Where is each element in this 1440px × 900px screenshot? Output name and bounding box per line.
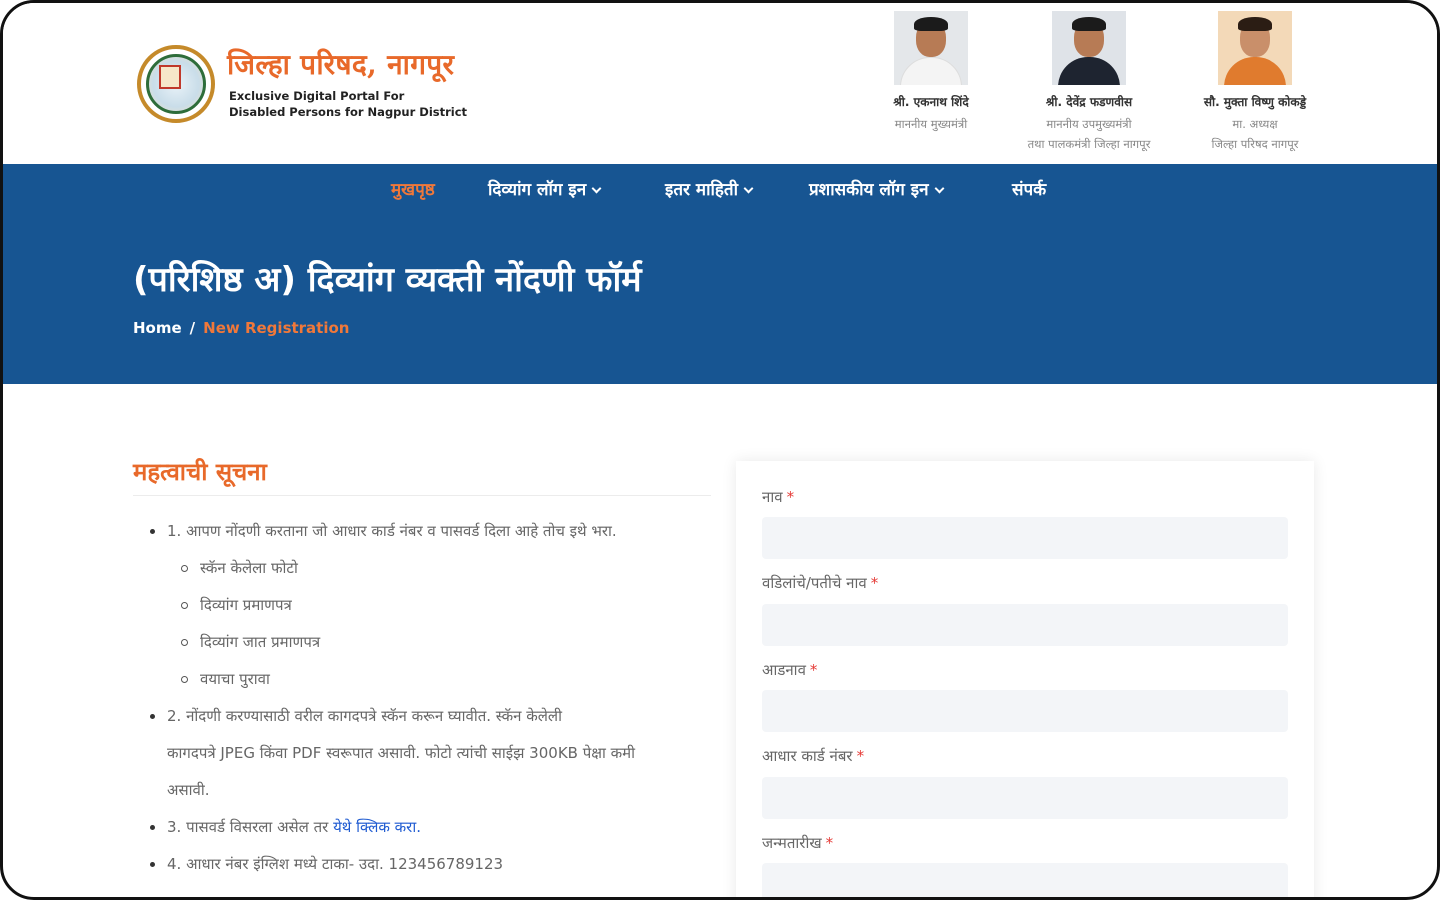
nav-item-other-info[interactable]: इतर माहिती: [665, 177, 754, 200]
required-asterisk: *: [870, 574, 879, 592]
nav-item-label: प्रशासकीय लॉग इन: [809, 180, 929, 200]
father-husband-name-label: वडिलांचे/पतीचे नाव *: [762, 573, 878, 593]
breadcrumb-separator: /: [189, 319, 196, 337]
nav-item-admin-login[interactable]: प्रशासकीय लॉग इन: [809, 177, 945, 200]
site-subtitle: Exclusive Digital Portal For Disabled Pe…: [229, 88, 467, 120]
notice-item-text: 3. पासवर्ड विसरला असेल तर: [167, 818, 329, 836]
field-label-text: वडिलांचे/पतीचे नाव: [762, 574, 867, 592]
leader-role-line1: मा. अध्यक्ष: [1232, 117, 1278, 131]
leader-name: सौ. मुक्ता विष्णु कोकड्डे: [1203, 95, 1307, 109]
leader-role-line2: तथा पालकमंत्री जिल्हा नागपूर: [1027, 137, 1151, 151]
notice-title: महत्वाची सूचना: [133, 458, 267, 486]
leader-card-deputy-chief-minister: श्री. देवेंद्र फडणवीस माननीय उपमुख्यमंत्…: [1004, 11, 1174, 154]
page-title: (परिशिष्ठ अ) दिव्यांग व्यक्ती नोंदणी फॉर…: [133, 260, 642, 300]
required-asterisk: *: [825, 834, 834, 852]
nav-item-home[interactable]: मुखपृष्ठ: [391, 177, 435, 200]
notice-subitem: वयाचा पुरावा: [133, 661, 713, 698]
notice-item: 2. नोंदणी करण्यासाठी वरील कागदपत्रे स्कॅ…: [133, 698, 713, 809]
notice-subitem: स्कॅन केलेला फोटो: [133, 550, 713, 587]
site-header: जिल्हा परिषद, नागपूर Exclusive Digital P…: [3, 3, 1437, 164]
breadcrumb: Home / New Registration: [133, 319, 349, 337]
notice-item-line: कागदपत्रे JPEG किंवा PDF स्वरूपात असावी.…: [167, 744, 636, 762]
nav-item-label: मुखपृष्ठ: [391, 180, 435, 200]
notice-subitem: दिव्यांग जात प्रमाणपत्र: [133, 624, 713, 661]
leader-photo: [1218, 11, 1292, 85]
required-asterisk: *: [856, 747, 865, 765]
birth-date-label: जन्मतारीख *: [762, 833, 833, 853]
notice-item-line: असावी.: [167, 781, 210, 799]
breadcrumb-current: New Registration: [203, 319, 350, 337]
field-label-text: नाव: [762, 488, 783, 506]
field-label-text: जन्मतारीख: [762, 834, 822, 852]
leader-role-line1: माननीय उपमुख्यमंत्री: [1046, 117, 1132, 131]
notice-item: 3. पासवर्ड विसरला असेल तर येथे क्लिक करा…: [133, 809, 713, 846]
main-nav: मुखपृष्ठ दिव्यांग लॉग इन इतर माहिती प्रश…: [3, 177, 1437, 207]
notice-list: 1. आपण नोंदणी करताना जो आधार कार्ड नंबर …: [133, 513, 713, 883]
notice-item-line: 2. नोंदणी करण्यासाठी वरील कागदपत्रे स्कॅ…: [167, 707, 562, 725]
zilla-parishad-logo[interactable]: [137, 45, 215, 123]
leader-role: माननीय मुख्यमंत्री: [894, 117, 968, 131]
surname-label: आडनाव *: [762, 660, 817, 680]
required-asterisk: *: [809, 661, 818, 679]
leader-name: श्री. देवेंद्र फडणवीस: [1045, 95, 1133, 109]
field-label-text: आडनाव: [762, 661, 806, 679]
leader-card-president: सौ. मुक्ता विष्णु कोकड्डे मा. अध्यक्ष जि…: [1170, 11, 1340, 154]
logo-emblem-core: [159, 65, 181, 89]
nav-item-contact[interactable]: संपर्क: [1012, 177, 1046, 200]
registration-form-card: नाव * वडिलांचे/पतीचे नाव * आडनाव * आधार कार…: [736, 461, 1314, 897]
surname-input[interactable]: [762, 690, 1288, 732]
leader-name: श्री. एकनाथ शिंदे: [893, 95, 969, 109]
nav-item-label: इतर माहिती: [665, 180, 739, 200]
browser-frame: जिल्हा परिषद, नागपूर Exclusive Digital P…: [0, 0, 1440, 900]
leader-card-chief-minister: श्री. एकनाथ शिंदे माननीय मुख्यमंत्री: [846, 11, 1016, 134]
required-asterisk: *: [786, 488, 795, 506]
name-label: नाव *: [762, 487, 794, 507]
nav-item-disabled-login[interactable]: दिव्यांग लॉग इन: [488, 177, 602, 200]
nav-item-label: संपर्क: [1012, 180, 1047, 200]
aadhaar-number-input[interactable]: [762, 777, 1288, 819]
breadcrumb-home[interactable]: Home: [133, 319, 182, 337]
forgot-password-link[interactable]: येथे क्लिक करा.: [333, 818, 421, 836]
leader-photo: [894, 11, 968, 85]
birth-date-input[interactable]: [762, 863, 1288, 897]
name-input[interactable]: [762, 517, 1288, 559]
leader-role: माननीय उपमुख्यमंत्री तथा पालकमंत्री जिल्…: [1004, 114, 1174, 154]
nav-item-label: दिव्यांग लॉग इन: [488, 180, 587, 200]
chevron-down-icon: [934, 183, 945, 194]
leader-role: मा. अध्यक्ष जिल्हा परिषद नागपूर: [1170, 114, 1340, 154]
chevron-down-icon: [743, 183, 754, 194]
notice-item: 4. आधार नंबर इंग्लिश मध्ये टाका- उदा. 12…: [133, 846, 713, 883]
notice-subitem: दिव्यांग प्रमाणपत्र: [133, 587, 713, 624]
aadhaar-number-label: आधार कार्ड नंबर *: [762, 746, 864, 766]
leader-photo: [1052, 11, 1126, 85]
notice-divider: [133, 495, 711, 496]
notice-item: 1. आपण नोंदणी करताना जो आधार कार्ड नंबर …: [133, 513, 713, 550]
field-label-text: आधार कार्ड नंबर: [762, 747, 853, 765]
site-subtitle-line1: Exclusive Digital Portal For: [229, 89, 405, 103]
father-husband-name-input[interactable]: [762, 604, 1288, 646]
leader-role-line2: जिल्हा परिषद नागपूर: [1211, 137, 1299, 151]
site-subtitle-line2: Disabled Persons for Nagpur District: [229, 105, 468, 119]
site-title[interactable]: जिल्हा परिषद, नागपूर: [227, 45, 454, 83]
chevron-down-icon: [591, 183, 602, 194]
